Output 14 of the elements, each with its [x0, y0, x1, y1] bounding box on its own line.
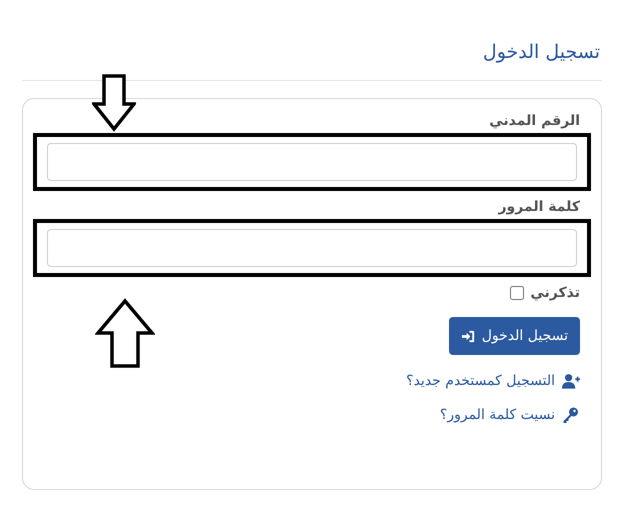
- input-field[interactable]: [47, 229, 577, 267]
- sign-in-icon: [460, 328, 476, 344]
- text-link[interactable]: نسيت كلمة المرور؟: [440, 407, 580, 423]
- page-title: تسجيل الدخول: [482, 40, 601, 65]
- login-button[interactable]: تسجيل الدخول: [448, 317, 580, 355]
- field-label: الرقم المدني: [489, 113, 580, 129]
- remember-label: تذكرني: [530, 285, 580, 301]
- text-link[interactable]: التسجيل كمستخدم جديد؟: [406, 373, 580, 389]
- remember-checkbox[interactable]: [510, 286, 524, 300]
- field-label: كلمة المرور: [498, 199, 580, 215]
- input-field[interactable]: [47, 143, 577, 181]
- up-arrow-icon: [95, 298, 155, 368]
- key-icon: [561, 407, 580, 423]
- add-user-icon: [561, 373, 580, 389]
